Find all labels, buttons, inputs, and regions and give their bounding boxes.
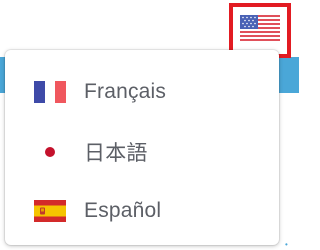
us-flag-icon xyxy=(240,15,280,46)
japan-flag-icon xyxy=(33,141,67,163)
language-dropdown-menu: Français 日本語 Español xyxy=(5,50,279,245)
language-option-japanese[interactable]: 日本語 xyxy=(5,126,279,178)
language-option-french[interactable]: Français xyxy=(5,66,279,118)
language-option-label: 日本語 xyxy=(84,142,148,165)
france-flag-icon xyxy=(33,81,67,103)
language-option-label: Español xyxy=(84,199,162,222)
language-option-spanish[interactable]: Español xyxy=(5,185,279,237)
decorative-dot: • xyxy=(285,240,288,249)
language-option-label: Français xyxy=(84,80,167,103)
spain-flag-icon xyxy=(33,200,67,222)
